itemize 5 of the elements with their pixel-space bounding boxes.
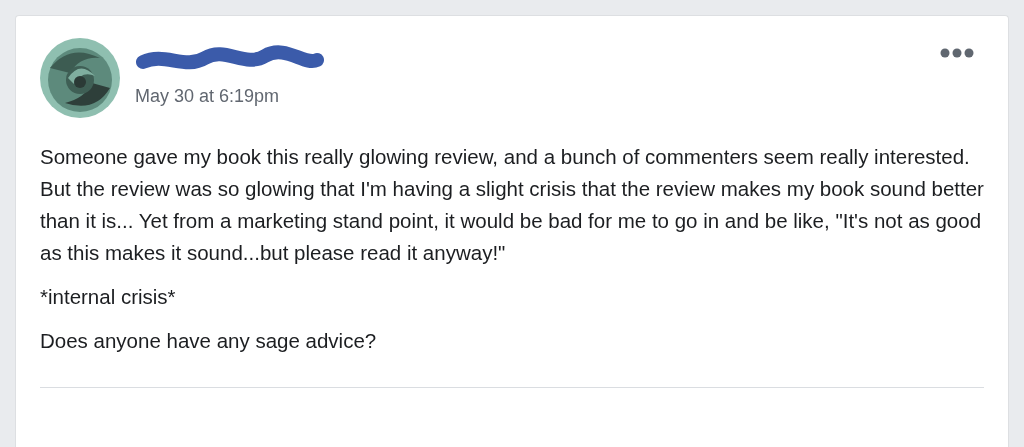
post-timestamp[interactable]: May 30 at 6:19pm (135, 86, 325, 107)
post-text: Someone gave my book this really glowing review, and a bunch of commenters seem really interested. But the review was so glowing that I'm having a slight crisis that the review makes my book sound better than it is... Yet from a marketing stand point, it would be bad for me to go in and be like, "It's not as good as this makes it sound...but please read it anyway!" (40, 144, 984, 266)
post-text: *internal crisis* (40, 284, 177, 310)
post-text: Does anyone have any sage advice? (40, 328, 378, 354)
more-options-icon[interactable] (940, 48, 974, 58)
